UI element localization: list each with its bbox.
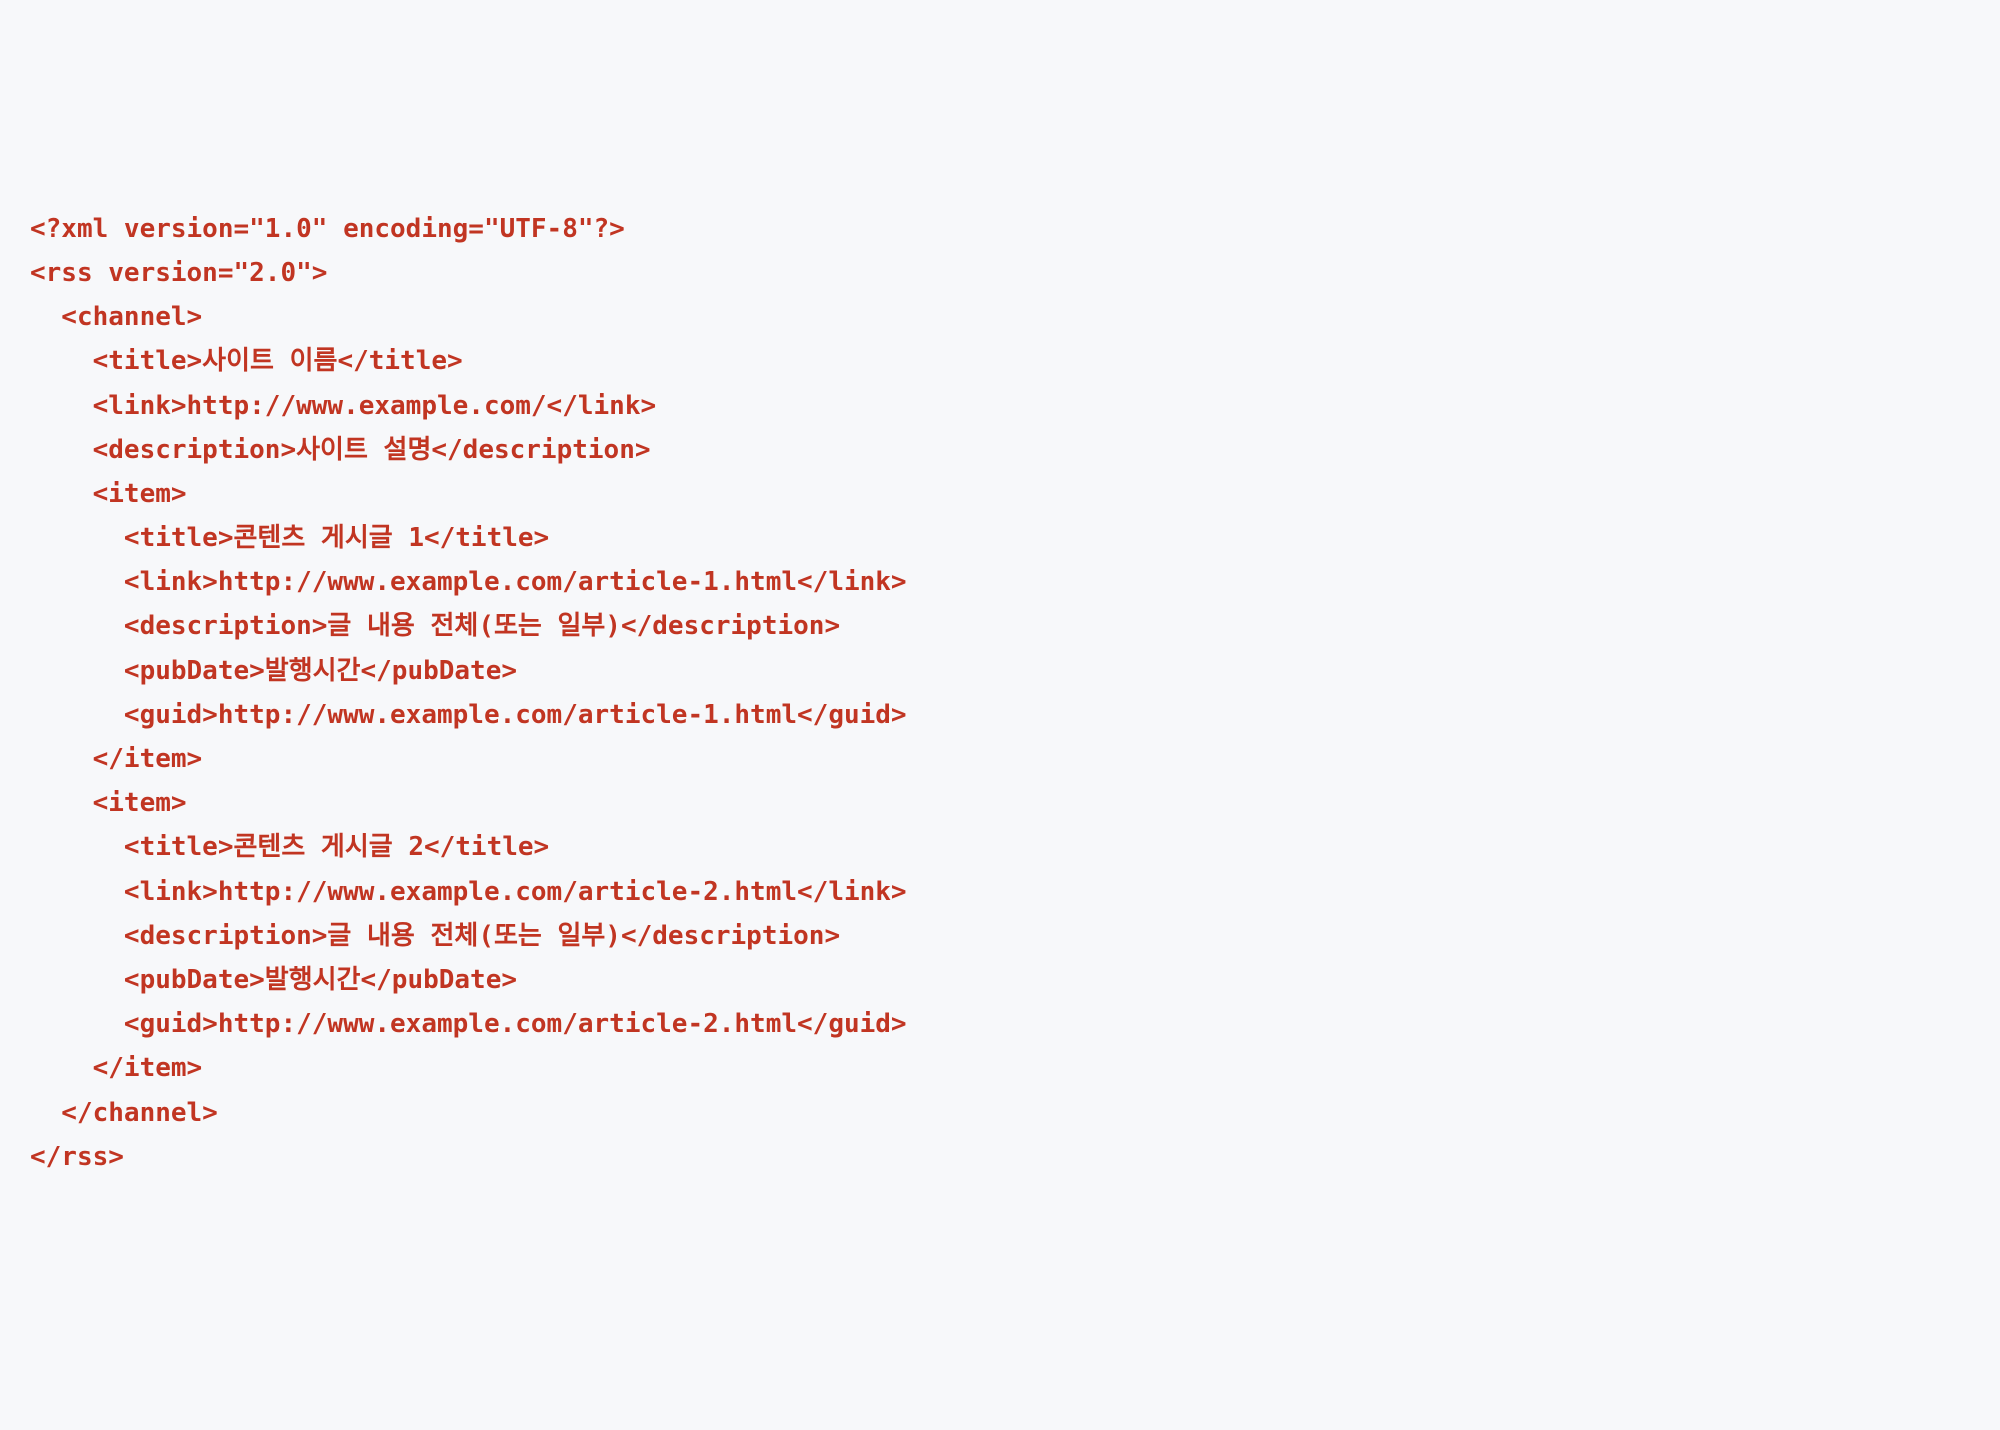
- code-line: <rss version="2.0">: [30, 258, 327, 288]
- code-line: <link>http://www.example.com/article-1.h…: [30, 567, 907, 597]
- code-line: <channel>: [30, 302, 202, 332]
- code-line: <item>: [30, 788, 187, 818]
- code-line: <description>글 내용 전체(또는 일부)</description…: [30, 921, 840, 951]
- code-line: </item>: [30, 744, 202, 774]
- code-line: <guid>http://www.example.com/article-1.h…: [30, 700, 907, 730]
- code-line: <title>콘텐츠 게시글 2</title>: [30, 832, 549, 862]
- code-line: <link>http://www.example.com/article-2.h…: [30, 877, 907, 907]
- code-line: <link>http://www.example.com/</link>: [30, 391, 656, 421]
- code-line: <description>글 내용 전체(또는 일부)</description…: [30, 611, 840, 641]
- code-line: <item>: [30, 479, 187, 509]
- code-line: <title>사이트 이름</title>: [30, 346, 463, 376]
- code-line: </channel>: [30, 1098, 218, 1128]
- code-line: <?xml version="1.0" encoding="UTF-8"?>: [30, 214, 625, 244]
- code-line: </item>: [30, 1053, 202, 1083]
- code-line: <guid>http://www.example.com/article-2.h…: [30, 1009, 907, 1039]
- xml-code-block: <?xml version="1.0" encoding="UTF-8"?> <…: [30, 207, 1970, 1179]
- code-line: </rss>: [30, 1142, 124, 1172]
- code-line: <pubDate>발행시간</pubDate>: [30, 656, 517, 686]
- code-line: <pubDate>발행시간</pubDate>: [30, 965, 517, 995]
- code-line: <title>콘텐츠 게시글 1</title>: [30, 523, 549, 553]
- code-line: <description>사이트 설명</description>: [30, 435, 651, 465]
